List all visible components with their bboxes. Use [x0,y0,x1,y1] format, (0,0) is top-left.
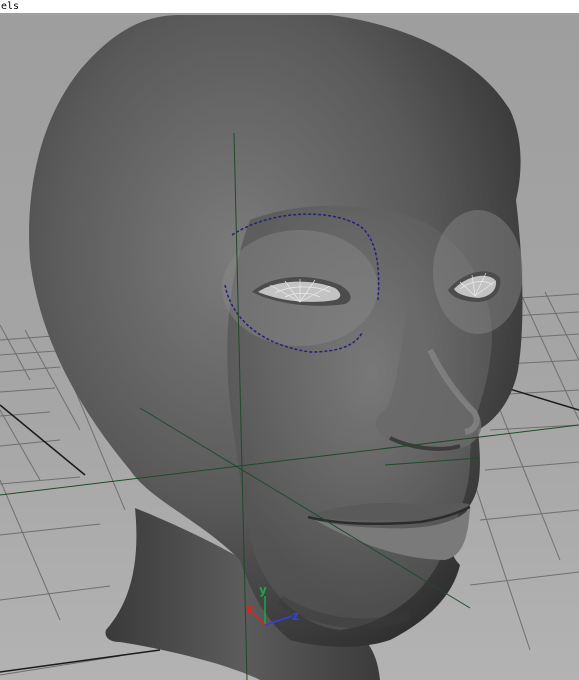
panels-menu-bar[interactable]: els [0,0,579,14]
axis-z-label: z [292,609,299,623]
axis-x-label: x [246,602,254,616]
perspective-viewport[interactable]: y x z [0,15,579,680]
axis-y-label: y [259,583,267,597]
maya-window: els y x z [0,0,579,680]
panels-menu[interactable]: els [1,1,19,12]
viewport-scene[interactable]: y x z [0,15,579,680]
